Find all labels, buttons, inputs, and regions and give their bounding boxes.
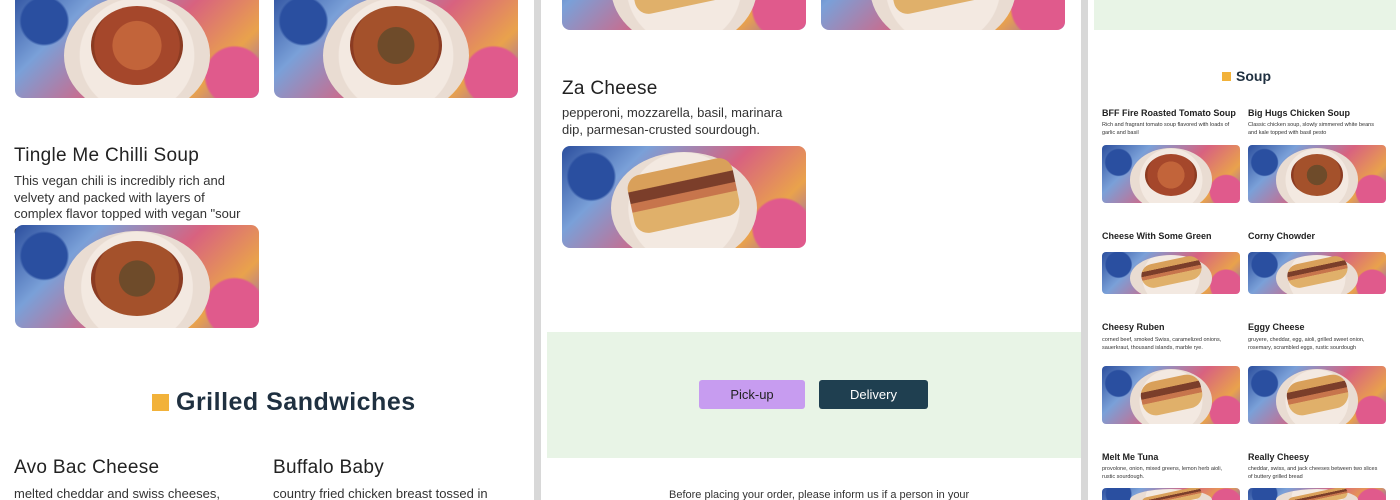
card-image [1248,145,1386,203]
sandwich-image-top-1 [562,0,806,30]
avo-bac-cheese-title: Avo Bac Cheese [14,457,160,478]
card-image [1102,488,1240,500]
panel-divider [534,0,541,500]
buffalo-baby-title: Buffalo Baby [273,457,384,478]
top-band [1094,0,1396,30]
grilled-sandwiches-heading: Grilled Sandwiches [152,388,416,417]
card-description: Classic chicken soup, slowly simmered wh… [1248,122,1374,136]
card-image [1248,366,1386,424]
card-title: Big Hugs Chicken Soup [1248,108,1351,118]
card-image [1102,366,1240,424]
chilli-soup-image [15,225,259,328]
soup-heading: Soup [1222,68,1271,84]
card-description: corned beef, smoked Swiss, caramelized o… [1102,337,1222,351]
menu-panel-left: Tingle Me Chilli Soup This vegan chili i… [0,0,534,500]
soup-image-top-2 [274,0,518,98]
card-title: Cheese With Some Green [1102,231,1212,241]
soup-image-top-1 [15,0,259,98]
page: Tingle Me Chilli Soup This vegan chili i… [0,0,1400,500]
panel-divider [1081,0,1088,500]
za-cheese-image [562,146,806,248]
card-image [1102,145,1240,203]
card-title: Eggy Cheese [1248,322,1305,332]
order-note: Before placing your order, please inform… [669,489,970,500]
order-options-band [547,332,1081,458]
menu-panel-right: Soup BFF Fire Roasted Tomato Soup Rich a… [1088,0,1400,500]
za-cheese-title: Za Cheese [562,78,658,99]
card-title: Corny Chowder [1248,231,1316,241]
section-marker-icon [152,394,169,411]
card-image [1102,252,1240,294]
card-title: BFF Fire Roasted Tomato Soup [1102,108,1236,118]
card-title: Melt Me Tuna [1102,452,1159,462]
card-description: cheddar, swiss, and jack cheeses between… [1248,466,1378,480]
avo-bac-cheese-description: melted cheddar and swiss cheeses, crispy [14,486,220,500]
sandwich-image-top-2 [821,0,1065,30]
card-title: Cheesy Ruben [1102,322,1165,332]
section-marker-icon [1222,71,1231,81]
buffalo-baby-description: country fried chicken breast tossed in b… [273,486,488,500]
card-image [1248,252,1386,294]
card-title: Really Cheesy [1248,452,1310,462]
card-description: gruyere, cheddar, egg, aioli, grilled sw… [1248,337,1365,351]
delivery-button[interactable]: Delivery [819,380,928,409]
section-title: Grilled Sandwiches [176,388,416,416]
menu-panel-middle: Za Cheese pepperoni, mozzarella, basil, … [541,0,1081,500]
card-description: provolone, onion, mixed greens, lemon he… [1102,466,1223,480]
card-description: Rich and fragrant tomato soup flavored w… [1102,122,1230,136]
card-image [1248,488,1386,500]
za-cheese-description: pepperoni, mozzarella, basil, marinara d… [562,105,783,137]
chilli-soup-title: Tingle Me Chilli Soup [14,145,200,166]
pickup-button[interactable]: Pick-up [699,380,805,409]
section-title: Soup [1236,68,1271,84]
